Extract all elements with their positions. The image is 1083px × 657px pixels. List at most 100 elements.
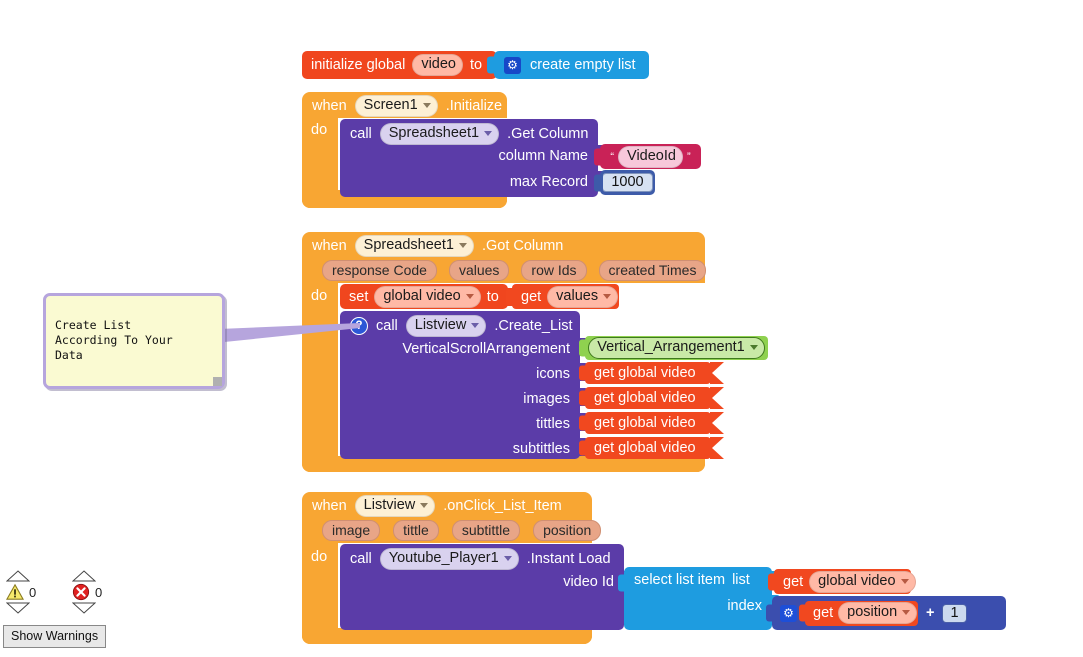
show-warnings-button[interactable]: Show Warnings	[3, 625, 107, 648]
component-dropdown-vertical-arrangement1[interactable]: Vertical_Arrangement1	[588, 337, 765, 359]
to-label: to	[486, 288, 499, 305]
when-keyword: when	[312, 98, 347, 114]
initialize-global-block[interactable]: initialize global video to	[302, 51, 505, 79]
param-values[interactable]: values	[448, 260, 510, 281]
chevron-down-icon	[603, 293, 612, 299]
arg-label-index: index	[727, 598, 762, 614]
get-values-block[interactable]: get values	[506, 284, 619, 309]
component-dropdown-spreadsheet1-event[interactable]: Spreadsheet1	[354, 235, 474, 257]
arg-label-list: list	[732, 572, 750, 588]
chevron-down-icon	[902, 610, 911, 615]
get-global-video-block-images[interactable]: get global video	[579, 387, 724, 409]
error-expand-arrow-icon[interactable]	[72, 602, 96, 614]
get-position-block[interactable]: get position	[799, 600, 918, 626]
param-response-code[interactable]: response Code	[322, 260, 437, 281]
error-collapse-arrow-icon[interactable]	[72, 570, 96, 582]
variable-dropdown-global-video[interactable]: global video	[809, 570, 916, 593]
blocks-workspace[interactable]: initialize global video to ⚙ create empt…	[0, 0, 1083, 657]
call-listview-create-list-block[interactable]: ? call Listview .Create_List VerticalScr…	[340, 311, 588, 459]
warning-expand-arrow-icon[interactable]	[6, 602, 30, 614]
mutator-gear-icon[interactable]: ⚙	[780, 604, 797, 622]
comment-bubble[interactable]: Create List According To Your Data	[43, 293, 225, 389]
arg-label-video-id: video Id	[563, 574, 614, 590]
get-global-video-block-subtittles[interactable]: get global video	[579, 437, 724, 459]
component-dropdown-screen1[interactable]: Screen1	[354, 95, 438, 117]
component-dropdown-spreadsheet1[interactable]: Spreadsheet1	[379, 123, 500, 145]
got-column-parameters: response Code values row Ids created Tim…	[322, 260, 707, 281]
select-list-item-label: select list item	[634, 572, 726, 588]
call-spreadsheet1-get-column-block[interactable]: call Spreadsheet1 .Get Column column Nam…	[340, 119, 606, 197]
arg-label-column-name: column Name	[498, 148, 588, 164]
chevron-down-icon	[471, 323, 480, 328]
arg-label-subtittles: subtittles	[512, 441, 570, 457]
get-keyword: get	[783, 573, 804, 590]
set-keyword: set	[349, 288, 369, 305]
number-block-1000[interactable]: 1000	[594, 170, 655, 195]
do-label-screen-init: do	[311, 122, 328, 138]
chevron-down-icon	[749, 345, 758, 350]
get-global-video-block-list[interactable]: get global video	[768, 569, 916, 594]
component-dropdown-youtube-player1[interactable]: Youtube_Player1	[379, 548, 519, 570]
event-name-got-column: .Got Column	[481, 238, 564, 254]
param-position[interactable]: position	[533, 520, 602, 541]
text-value-field[interactable]: VideoId	[618, 145, 683, 168]
quote-open-icon: “	[610, 150, 615, 163]
do-label-onclick: do	[311, 549, 328, 565]
operator-plus: +	[926, 605, 935, 621]
chevron-down-icon	[465, 293, 474, 299]
comment-resize-handle[interactable]	[213, 377, 222, 386]
when-keyword: when	[312, 238, 347, 254]
chevron-down-icon	[420, 503, 429, 508]
param-row-ids[interactable]: row Ids	[521, 260, 587, 281]
text-block-videoid[interactable]: “ VideoId ”	[594, 144, 701, 169]
method-name-instant-load: .Instant Load	[526, 551, 611, 567]
get-global-video-label: get global video	[594, 415, 696, 431]
event-name-initialize: .Initialize	[445, 98, 503, 114]
chevron-down-icon	[484, 131, 493, 136]
chevron-down-icon	[900, 578, 909, 584]
create-empty-list-block[interactable]: ⚙ create empty list	[487, 51, 649, 79]
math-addition-block[interactable]: ⚙ get position + 1	[766, 596, 1006, 630]
param-subtittle[interactable]: subtittle	[451, 520, 521, 541]
get-keyword: get	[813, 605, 834, 621]
event-name-onclick-list-item: .onClick_List_Item	[443, 498, 562, 514]
mutator-gear-icon[interactable]: ⚙	[504, 56, 521, 74]
get-global-video-block-icons[interactable]: get global video	[579, 362, 724, 384]
create-empty-list-label: create empty list	[530, 57, 636, 73]
variable-dropdown-position[interactable]: position	[838, 602, 918, 624]
get-global-video-block-tittles[interactable]: get global video	[579, 412, 724, 434]
select-list-item-block[interactable]: select list item list index	[618, 567, 780, 630]
show-warnings-button-wrap[interactable]: Show Warnings	[3, 625, 107, 648]
arg-label-tittles: tittles	[536, 416, 570, 432]
component-block-vertical-arrangement1[interactable]: Vertical_Arrangement1	[579, 336, 768, 360]
call-youtube-player1-instant-load-block[interactable]: call Youtube_Player1 .Instant Load video…	[340, 544, 632, 630]
param-image[interactable]: image	[322, 520, 381, 541]
component-dropdown-listview[interactable]: Listview	[405, 315, 487, 337]
warning-collapse-arrow-icon[interactable]	[6, 570, 30, 582]
set-global-video-block[interactable]: set global video to	[340, 284, 516, 309]
param-created-times[interactable]: created Times	[598, 260, 707, 281]
when-got-column-header: when Spreadsheet1 .Got Column	[312, 235, 563, 257]
jagged-edge-icon	[710, 387, 724, 409]
warning-indicator-group: 0 0	[4, 570, 119, 625]
jagged-edge-icon	[710, 362, 724, 384]
do-label-got-column: do	[311, 288, 328, 304]
call-keyword: call	[376, 318, 398, 334]
onclick-parameters: image tittle subtittle position	[322, 520, 602, 541]
number-value-field[interactable]: 1000	[602, 173, 653, 192]
number-value-field-one[interactable]: 1	[942, 603, 967, 623]
chevron-down-icon	[458, 243, 467, 248]
jagged-edge-icon	[710, 412, 724, 434]
global-name-field[interactable]: video	[412, 54, 463, 76]
get-keyword: get	[521, 288, 542, 305]
variable-dropdown-global-video[interactable]: global video	[374, 285, 481, 308]
quote-close-icon: ”	[686, 150, 691, 163]
variable-dropdown-values[interactable]: values	[547, 285, 619, 308]
component-dropdown-listview-event[interactable]: Listview	[354, 495, 436, 517]
param-tittle[interactable]: tittle	[393, 520, 439, 541]
get-global-video-label: get global video	[594, 440, 696, 456]
error-count: 0	[95, 584, 103, 600]
get-global-video-label: get global video	[594, 390, 696, 406]
initialize-global-keyword: initialize global	[311, 57, 406, 73]
comment-text: Create List According To Your Data	[55, 318, 173, 362]
